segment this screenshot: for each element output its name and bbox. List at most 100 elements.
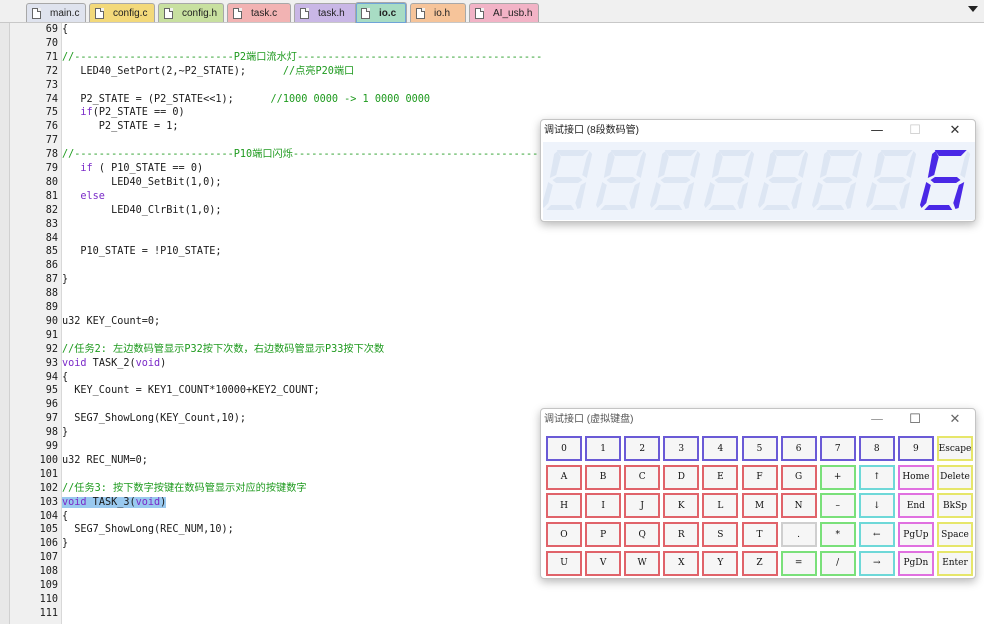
key-button[interactable]: 2 [624, 436, 661, 461]
key-button[interactable]: 4 [702, 436, 739, 461]
key-button[interactable]: Delete [937, 464, 973, 490]
kbd-maximize-button[interactable]: ☐ [895, 409, 935, 431]
key-button[interactable]: U [546, 550, 582, 576]
key-button[interactable]: Enter [937, 550, 973, 576]
tab-io-h[interactable]: io.h [410, 3, 466, 22]
key-button[interactable]: 0 [546, 436, 582, 461]
code-line[interactable]: LED40_ClrBit(1,0); [62, 204, 221, 218]
key-button[interactable]: – [819, 493, 856, 519]
code-line[interactable]: KEY_Count = KEY1_COUNT*10000+KEY2_COUNT; [62, 384, 319, 398]
key-button[interactable]: D [663, 464, 700, 490]
key-button[interactable]: M [741, 493, 778, 519]
key-button[interactable]: ↓ [858, 493, 895, 519]
key-button[interactable]: 7 [819, 436, 856, 461]
tab-task-c[interactable]: task.c [227, 3, 291, 22]
code-line[interactable]: SEG7_ShowLong(REC_NUM,10); [62, 523, 233, 537]
key-button[interactable]: / [819, 550, 856, 576]
key-button[interactable]: → [858, 550, 895, 576]
key-button[interactable]: F [741, 464, 778, 490]
key-button[interactable]: End [897, 493, 934, 519]
code-line[interactable]: { [62, 510, 68, 524]
key-button[interactable]: P [585, 522, 622, 548]
key-button[interactable]: 6 [780, 436, 817, 461]
key-button[interactable]: BkSp [937, 493, 973, 519]
key-button[interactable]: A [546, 464, 582, 490]
kbd-close-button[interactable]: ✕ [935, 409, 975, 431]
key-button[interactable]: B [585, 464, 622, 490]
code-line[interactable]: P10_STATE = !P10_STATE; [62, 245, 221, 259]
key-button[interactable]: . [780, 522, 817, 548]
key-button[interactable]: X [663, 550, 700, 576]
code-line[interactable]: //任务2: 左边数码管显示P32按下次数，右边数码管显示P33按下次数 [62, 343, 384, 357]
key-button[interactable]: C [624, 464, 661, 490]
key-button[interactable]: * [819, 522, 856, 548]
key-button[interactable]: H [546, 493, 582, 519]
key-button[interactable]: J [624, 493, 661, 519]
key-button[interactable]: 3 [663, 436, 700, 461]
key-button[interactable]: 5 [741, 436, 778, 461]
key-button[interactable]: ↑ [858, 464, 895, 490]
key-button[interactable]: O [546, 522, 582, 548]
key-button[interactable]: W [624, 550, 661, 576]
key-button[interactable]: I [585, 493, 622, 519]
code-line[interactable]: u32 REC_NUM=0; [62, 454, 148, 468]
code-line[interactable]: //任务3: 按下数字按键在数码管显示对应的按键数字 [62, 482, 307, 496]
code-keyword: if [80, 107, 93, 119]
tab-list-dropdown-icon[interactable] [968, 6, 978, 12]
key-button[interactable]: N [780, 493, 817, 519]
key-button[interactable]: Home [897, 464, 934, 490]
key-button[interactable]: T [741, 522, 778, 548]
code-line[interactable]: if ( P10_STATE == 0) [62, 162, 203, 176]
seg-minimize-button[interactable]: — [857, 120, 897, 142]
seven-segment-debug-window[interactable]: 调试接口 (8段数码管) — ☐ ✕ [540, 119, 976, 222]
key-button[interactable]: G [780, 464, 817, 490]
tab-io-c[interactable]: io.c [355, 2, 407, 23]
code-line[interactable]: if(P2_STATE == 0) [62, 106, 184, 120]
key-button[interactable]: 1 [585, 436, 622, 461]
tab-main-c[interactable]: main.c [26, 3, 86, 22]
code-line[interactable]: else [62, 190, 105, 204]
code-line[interactable]: } [62, 537, 68, 551]
code-line[interactable]: u32 KEY_Count=0; [62, 315, 160, 329]
key-button[interactable]: Space [937, 522, 973, 548]
code-text: LED40_SetBit(1,0); [62, 176, 222, 188]
key-button[interactable]: S [702, 522, 739, 548]
key-button[interactable]: 9 [897, 436, 934, 461]
key-button[interactable]: R [663, 522, 700, 548]
seg-maximize-button[interactable]: ☐ [895, 120, 935, 142]
tab-config-c[interactable]: config.c [89, 3, 155, 22]
key-button[interactable]: = [780, 550, 817, 576]
key-button[interactable]: E [702, 464, 739, 490]
tab-ai-usb-h[interactable]: AI_usb.h [469, 3, 539, 22]
code-line[interactable]: SEG7_ShowLong(KEY_Count,10); [62, 412, 246, 426]
code-line[interactable]: void TASK_2(void) [62, 357, 166, 371]
code-line[interactable]: LED40_SetPort(2,~P2_STATE); //点亮P20端口 [62, 65, 354, 79]
seg-close-button[interactable]: ✕ [935, 120, 975, 142]
virtual-keyboard-debug-window[interactable]: 调试接口 (虚拟键盘) — ☐ ✕ 0 1 2 3 4 5 6 7 8 9 Escape A B C D E F… [540, 408, 976, 579]
key-button[interactable]: K [663, 493, 700, 519]
code-line[interactable]: //--------------------------P10端口闪烁-----… [62, 148, 563, 162]
key-button[interactable]: Y [702, 550, 739, 576]
key-button[interactable]: + [819, 464, 856, 490]
key-button[interactable]: PgUp [897, 522, 934, 548]
kbd-minimize-button[interactable]: — [857, 409, 897, 431]
code-line[interactable]: void TASK_3(void) [62, 496, 167, 510]
code-line[interactable]: { [62, 371, 68, 385]
key-button[interactable]: Q [624, 522, 661, 548]
tab-config-h[interactable]: config.h [158, 3, 224, 22]
code-line[interactable]: } [62, 273, 68, 287]
tab-task-h[interactable]: task.h [294, 3, 358, 22]
code-line[interactable]: { [62, 23, 68, 37]
key-button[interactable]: PgDn [897, 550, 934, 576]
key-button[interactable]: Escape [937, 436, 973, 461]
code-line[interactable]: //--------------------------P2端口流水灯-----… [62, 51, 542, 65]
code-line[interactable]: P2_STATE = 1; [62, 120, 179, 134]
key-button[interactable]: L [702, 493, 739, 519]
key-button[interactable]: 8 [858, 436, 895, 461]
key-button[interactable]: V [585, 550, 622, 576]
code-line[interactable]: P2_STATE = (P2_STATE<<1); //1000 0000 ->… [62, 93, 430, 107]
key-button[interactable]: Z [741, 550, 778, 576]
key-button[interactable]: ← [858, 522, 895, 548]
code-line[interactable]: LED40_SetBit(1,0); [62, 176, 221, 190]
code-line[interactable]: } [62, 426, 68, 440]
